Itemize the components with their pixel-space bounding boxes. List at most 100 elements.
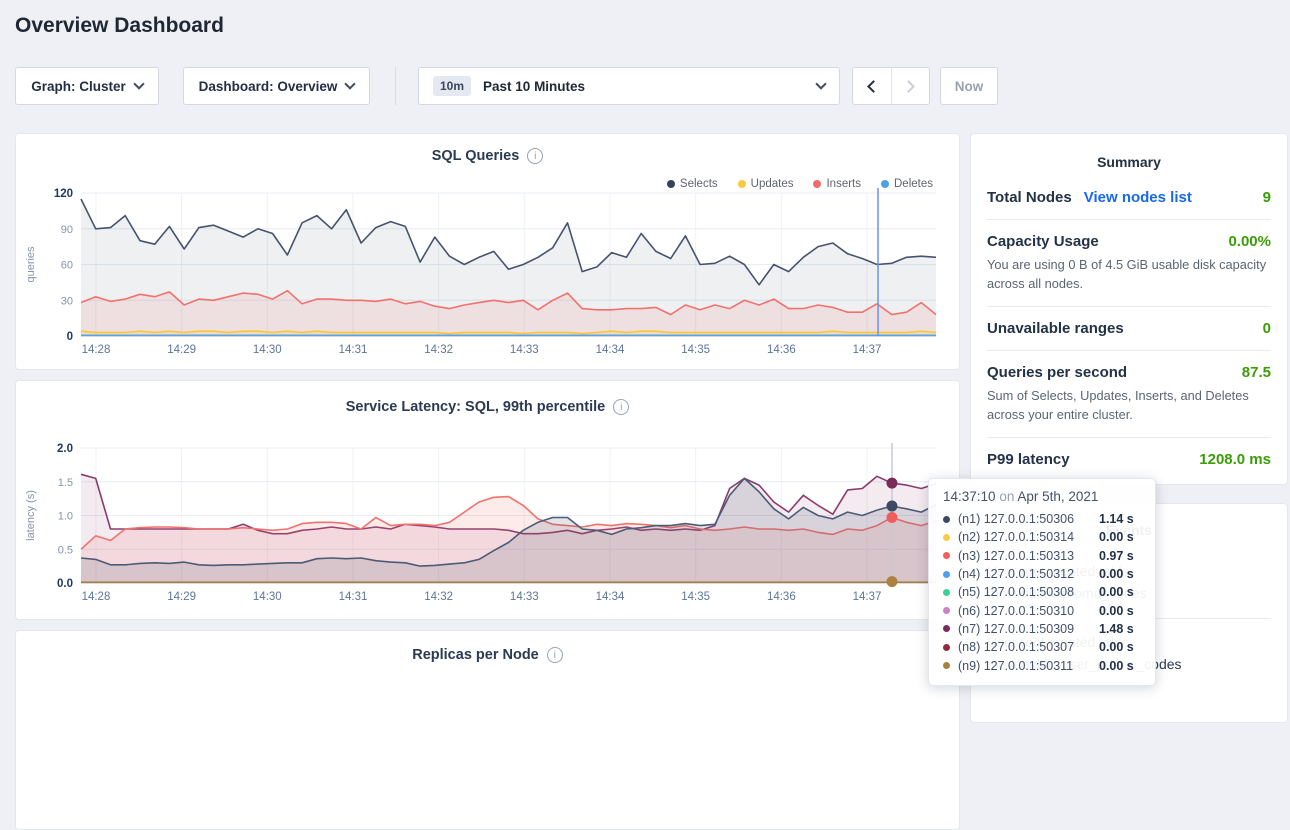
summary-rows: Total NodesView nodes list9Capacity Usag… <box>971 170 1287 481</box>
svg-text:2.0: 2.0 <box>57 443 73 455</box>
node-color-dot-icon <box>943 662 950 669</box>
summary-label: Unavailable ranges <box>987 320 1124 337</box>
service-latency-panel: Service Latency: SQL, 99th percentile i … <box>15 380 960 620</box>
sql-queries-chart[interactable]: 14:2814:2914:3014:3114:3214:3314:3414:35… <box>16 186 959 376</box>
node-color-dot-icon <box>943 625 950 632</box>
tooltip-node-value: 0.00 s <box>1099 585 1134 599</box>
svg-text:14:35: 14:35 <box>681 344 710 356</box>
info-icon[interactable]: i <box>547 647 563 663</box>
tooltip-node-label: (n2) 127.0.0.1:50314 <box>958 530 1099 544</box>
chart-hover-tooltip: 14:37:10 on Apr 5th, 2021 (n1) 127.0.0.1… <box>928 478 1156 686</box>
svg-text:14:32: 14:32 <box>424 344 453 356</box>
time-nav-group <box>852 67 930 105</box>
svg-text:0.0: 0.0 <box>57 578 73 590</box>
time-range-picker[interactable]: 10m Past 10 Minutes <box>418 67 840 105</box>
tooltip-node-label: (n7) 127.0.0.1:50309 <box>958 622 1099 636</box>
svg-text:latency (s): latency (s) <box>25 490 37 541</box>
svg-text:14:32: 14:32 <box>424 591 453 603</box>
tooltip-row: (n3) 127.0.0.1:503130.97 s <box>943 547 1141 565</box>
view-nodes-link[interactable]: View nodes list <box>1084 189 1192 206</box>
tooltip-row: (n4) 127.0.0.1:503120.00 s <box>943 565 1141 583</box>
chevron-down-icon <box>133 78 144 89</box>
tooltip-node-value: 0.97 s <box>1099 549 1134 563</box>
summary-panel: Summary Total NodesView nodes list9Capac… <box>970 133 1288 485</box>
svg-text:14:31: 14:31 <box>339 591 368 603</box>
summary-row: P99 latency1208.0 ms <box>987 438 1271 481</box>
tooltip-row: (n8) 127.0.0.1:503070.00 s <box>943 638 1141 656</box>
dashboard-dropdown-label: Dashboard: Overview <box>199 79 338 94</box>
sql-queries-title: SQL Queries i <box>16 148 959 164</box>
svg-text:14:33: 14:33 <box>510 344 539 356</box>
toolbar-divider <box>395 67 396 105</box>
page-title: Overview Dashboard <box>15 14 224 38</box>
prev-range-button[interactable] <box>853 68 891 104</box>
graph-dropdown[interactable]: Graph: Cluster <box>15 67 159 105</box>
summary-value: 1208.0 ms <box>1199 451 1271 468</box>
replicas-title: Replicas per Node i <box>16 647 959 663</box>
node-color-dot-icon <box>943 534 950 541</box>
now-button[interactable]: Now <box>940 67 998 105</box>
chevron-left-icon <box>867 80 880 93</box>
info-icon[interactable]: i <box>527 148 543 164</box>
node-color-dot-icon <box>943 607 950 614</box>
summary-row: Queries per second87.5Sum of Selects, Up… <box>987 351 1271 438</box>
summary-title: Summary <box>971 134 1287 170</box>
node-color-dot-icon <box>943 516 950 523</box>
info-icon[interactable]: i <box>613 399 629 415</box>
node-color-dot-icon <box>943 589 950 596</box>
summary-row: Total NodesView nodes list9 <box>987 176 1271 220</box>
svg-text:60: 60 <box>61 260 73 272</box>
svg-text:14:34: 14:34 <box>596 344 625 356</box>
svg-text:14:30: 14:30 <box>253 344 282 356</box>
summary-label: Queries per second <box>987 364 1127 381</box>
summary-row: Capacity Usage0.00%You are using 0 B of … <box>987 220 1271 307</box>
svg-text:90: 90 <box>61 224 73 236</box>
toolbar: Graph: Cluster Dashboard: Overview 10m P… <box>15 67 1275 105</box>
summary-row: Unavailable ranges 0 <box>987 307 1271 351</box>
tooltip-row: (n6) 127.0.0.1:503100.00 s <box>943 601 1141 619</box>
tooltip-node-label: (n9) 127.0.0.1:50311 <box>958 659 1099 673</box>
tooltip-node-value: 1.14 s <box>1099 512 1134 526</box>
svg-text:14:36: 14:36 <box>767 344 796 356</box>
dashboard-dropdown[interactable]: Dashboard: Overview <box>183 67 370 105</box>
node-color-dot-icon <box>943 571 950 578</box>
tooltip-node-label: (n8) 127.0.0.1:50307 <box>958 640 1099 654</box>
svg-text:0: 0 <box>67 331 73 343</box>
tooltip-node-value: 0.00 s <box>1099 567 1134 581</box>
svg-text:14:28: 14:28 <box>82 591 111 603</box>
svg-text:14:35: 14:35 <box>681 591 710 603</box>
tooltip-node-label: (n6) 127.0.0.1:50310 <box>958 604 1099 618</box>
range-badge: 10m <box>433 76 471 96</box>
svg-text:14:34: 14:34 <box>596 591 625 603</box>
tooltip-date: Apr 5th, 2021 <box>1017 489 1098 504</box>
range-label: Past 10 Minutes <box>483 79 585 94</box>
svg-text:120: 120 <box>54 188 73 200</box>
summary-subtext: Sum of Selects, Updates, Inserts, and De… <box>987 386 1271 424</box>
tooltip-node-label: (n3) 127.0.0.1:50313 <box>958 549 1099 563</box>
next-range-button[interactable] <box>891 68 930 104</box>
chart-title-text: Replicas per Node <box>412 647 539 663</box>
summary-subtext: You are using 0 B of 4.5 GiB usable disk… <box>987 255 1271 293</box>
tooltip-node-value: 0.00 s <box>1099 530 1134 544</box>
tooltip-row: (n9) 127.0.0.1:503110.00 s <box>943 656 1141 674</box>
tooltip-row: (n2) 127.0.0.1:503140.00 s <box>943 528 1141 546</box>
svg-text:14:29: 14:29 <box>167 344 196 356</box>
svg-text:14:37: 14:37 <box>853 591 882 603</box>
svg-text:14:37: 14:37 <box>853 344 882 356</box>
sql-queries-panel: SQL Queries i SelectsUpdatesInsertsDelet… <box>15 133 960 370</box>
svg-text:0.5: 0.5 <box>58 544 73 556</box>
tooltip-row: (n5) 127.0.0.1:503080.00 s <box>943 583 1141 601</box>
service-latency-chart[interactable]: 14:2814:2914:3014:3114:3214:3314:3414:35… <box>16 429 959 621</box>
tooltip-node-value: 0.00 s <box>1099 640 1134 654</box>
svg-text:1.5: 1.5 <box>58 477 73 489</box>
svg-text:14:29: 14:29 <box>167 591 196 603</box>
chevron-down-icon <box>815 78 826 89</box>
tooltip-timestamp: 14:37:10 on Apr 5th, 2021 <box>943 489 1141 504</box>
tooltip-time: 14:37:10 <box>943 489 996 504</box>
summary-value: 0 <box>1263 320 1271 337</box>
chevron-right-icon <box>902 80 915 93</box>
svg-text:14:33: 14:33 <box>510 591 539 603</box>
tooltip-node-value: 1.48 s <box>1099 622 1134 636</box>
tooltip-node-value: 0.00 s <box>1099 659 1134 673</box>
chevron-down-icon <box>345 78 356 89</box>
